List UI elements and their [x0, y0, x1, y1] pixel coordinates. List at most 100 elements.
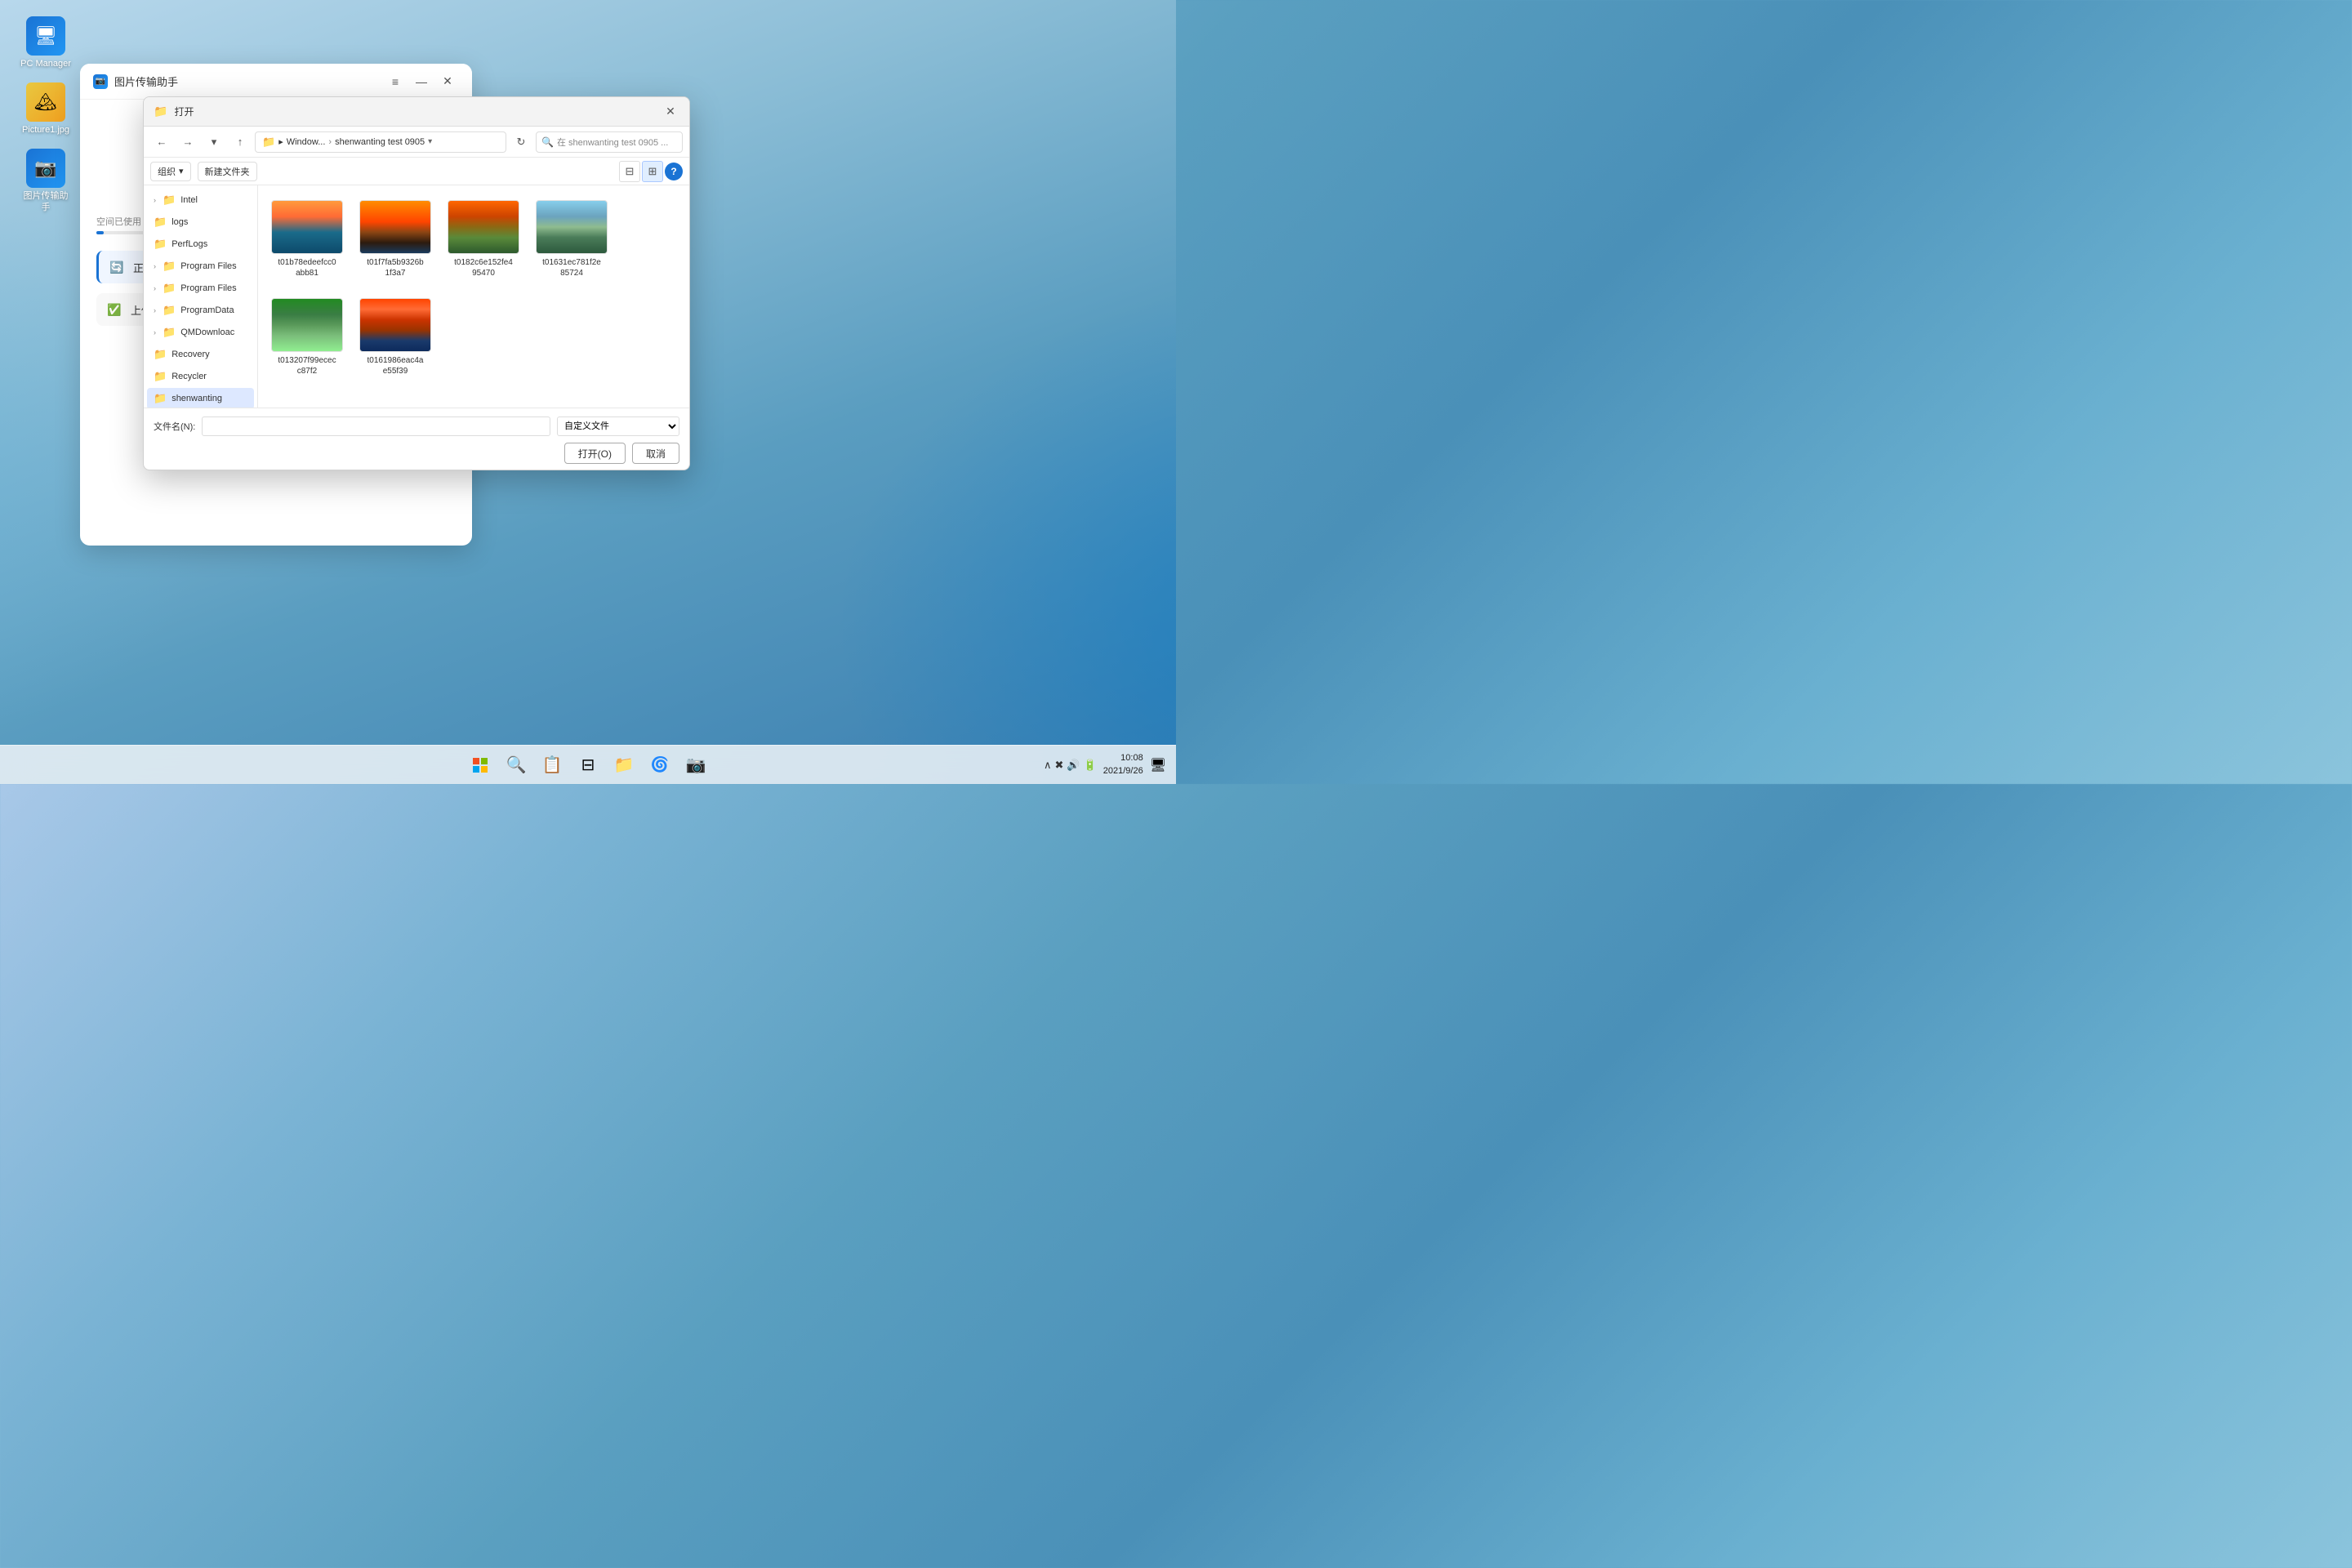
cancel-button[interactable]: 取消	[632, 443, 679, 464]
folder-icon: 📁	[163, 282, 176, 295]
photo-transfer-label: 图片传输助手	[24, 191, 69, 212]
refresh-button[interactable]: ↻	[510, 131, 532, 154]
new-folder-label: 新建文件夹	[205, 165, 250, 178]
breadcrumb-chevron: ›	[328, 137, 332, 147]
filename-input[interactable]	[202, 416, 550, 436]
taskbar-app-button[interactable]: 📷	[679, 749, 712, 782]
app-close-button[interactable]: ✕	[436, 70, 459, 93]
file-name-3: t0182c6e152fe495470	[454, 257, 513, 278]
photo-transfer-icon: 📷	[26, 149, 65, 188]
sidebar-item-program-files-2[interactable]: › 📁 Program Files	[147, 278, 254, 299]
app-menu-button[interactable]: ≡	[384, 70, 407, 93]
taskbar-explorer-button[interactable]: 📁	[608, 749, 640, 782]
folder-icon: 📁	[154, 238, 167, 251]
file-item-5[interactable]: t013207f99ececc87f2	[268, 293, 346, 381]
sidebar-label: PerfLogs	[172, 239, 247, 249]
file-thumbnail-3	[448, 200, 519, 254]
sidebar-label: QMDownloac	[180, 327, 247, 337]
organize-button[interactable]: 组织 ▾	[150, 162, 191, 181]
taskbar-edge-button[interactable]: 🌀	[644, 749, 676, 782]
up-button[interactable]: ↑	[229, 131, 252, 154]
breadcrumb-item-1: ▸	[278, 136, 283, 147]
dropdown-button[interactable]: ▾	[203, 131, 225, 154]
taskbar-clock[interactable]: 10:08 2021/9/26	[1103, 752, 1143, 777]
breadcrumb-folder-icon: 📁	[262, 136, 275, 149]
chevron-icon: ›	[154, 328, 156, 336]
file-item-4[interactable]: t01631ec781f2e85724	[532, 195, 611, 283]
dialog-title-left: 📁 打开	[154, 105, 194, 118]
sidebar-item-intel[interactable]: › 📁 Intel	[147, 189, 254, 211]
file-item-6[interactable]: t0161986eac4ae55f39	[356, 293, 434, 381]
file-thumbnail-5	[271, 298, 343, 352]
folder-icon: 📁	[154, 370, 167, 383]
chevron-icon: ›	[154, 306, 156, 314]
sidebar-item-shenwanting[interactable]: 📁 shenwanting	[147, 388, 254, 408]
sidebar-item-recycler[interactable]: 📁 Recycler	[147, 366, 254, 387]
dialog-title-text: 打开	[174, 105, 194, 118]
back-button[interactable]: ←	[150, 131, 173, 154]
sidebar-label: Recycler	[172, 372, 247, 381]
file-item-1[interactable]: t01b78edeefcc0abb81	[268, 195, 346, 283]
dialog-toolbar2: 组织 ▾ 新建文件夹 ⊟ ⊞ ?	[144, 158, 689, 185]
chevron-icon: ›	[154, 284, 156, 292]
file-item-2[interactable]: t01f7fa5b9326b1f3a7	[356, 195, 434, 283]
view-grid-button[interactable]: ⊞	[642, 161, 663, 182]
sidebar-item-logs[interactable]: 📁 logs	[147, 212, 254, 233]
organize-arrow: ▾	[179, 166, 184, 176]
folder-icon: 📁	[163, 260, 176, 273]
open-button[interactable]: 打开(O)	[564, 443, 626, 464]
desktop-icon-picture1[interactable]: 🏔 Picture1.jpg	[16, 82, 75, 136]
file-thumbnail-2	[359, 200, 431, 254]
dialog-toolbar: ← → ▾ ↑ 📁 ▸ Window... › shenwanting test…	[144, 127, 689, 158]
app-titlebar: 📷 图片传输助手 ≡ — ✕	[80, 64, 472, 100]
sidebar-item-programdata[interactable]: › 📁 ProgramData	[147, 300, 254, 321]
search-icon: 🔍	[541, 136, 554, 148]
dialog-close-button[interactable]: ✕	[662, 103, 679, 121]
file-name-5: t013207f99ececc87f2	[278, 355, 336, 376]
breadcrumb-dropdown-button[interactable]: ▾	[428, 136, 439, 148]
file-item-3[interactable]: t0182c6e152fe495470	[444, 195, 523, 283]
dialog-sidebar: › 📁 Intel 📁 logs 📁 PerfLogs › 📁 Program …	[144, 185, 258, 408]
done-icon: ✅	[106, 301, 122, 318]
taskbar-widgets-button[interactable]: ⊟	[572, 749, 604, 782]
forward-button[interactable]: →	[176, 131, 199, 154]
app-window-controls: ≡ — ✕	[384, 70, 459, 93]
sidebar-label: Recovery	[172, 350, 247, 359]
sidebar-label: Program Files	[180, 283, 247, 293]
chevron-icon: ›	[154, 262, 156, 270]
dialog-content: › 📁 Intel 📁 logs 📁 PerfLogs › 📁 Program …	[144, 185, 689, 408]
taskbar-search-button[interactable]: 🔍	[500, 749, 532, 782]
desktop-icon-photo-transfer[interactable]: 📷 图片传输助手	[16, 149, 75, 212]
desktop-icon-pc-manager[interactable]: 🖥 PC Manager	[16, 16, 75, 69]
sidebar-item-perflogs[interactable]: 📁 PerfLogs	[147, 234, 254, 255]
volume-icon[interactable]: 🔊	[1067, 759, 1080, 772]
taskbar-taskview-button[interactable]: 📋	[536, 749, 568, 782]
sidebar-label: ProgramData	[180, 305, 247, 315]
chevron-icon: ›	[154, 196, 156, 204]
chevron-up-icon[interactable]: ∧	[1044, 759, 1052, 772]
taskbar-center: 🔍 📋 ⊟ 📁 🌀 📷	[464, 749, 712, 782]
sidebar-item-recovery[interactable]: 📁 Recovery	[147, 344, 254, 365]
breadcrumb-folder[interactable]: shenwanting test 0905	[335, 137, 425, 147]
sidebar-item-program-files-1[interactable]: › 📁 Program Files	[147, 256, 254, 277]
filetype-select[interactable]: 自定义文件	[557, 416, 679, 436]
file-name-4: t01631ec781f2e85724	[542, 257, 601, 278]
sidebar-item-qmdownload[interactable]: › 📁 QMDownloac	[147, 322, 254, 343]
taskbar-right: ∧ ✖ 🔊 🔋 10:08 2021/9/26 🖥	[1044, 752, 1166, 777]
folder-icon: 📁	[163, 304, 176, 317]
view-list-button[interactable]: ⊟	[619, 161, 640, 182]
file-dialog: 📁 打开 ✕ ← → ▾ ↑ 📁 ▸ Window... › shenwanti…	[143, 96, 690, 470]
app-minimize-button[interactable]: —	[410, 70, 433, 93]
taskbar-start-button[interactable]	[464, 749, 497, 782]
sidebar-label: logs	[172, 217, 247, 227]
breadcrumb-windows[interactable]: Window...	[287, 137, 326, 147]
new-folder-button[interactable]: 新建文件夹	[198, 162, 257, 181]
notification-icon[interactable]: 🖥	[1150, 757, 1166, 773]
battery-icon: 🔋	[1084, 759, 1097, 772]
filename-row: 文件名(N): 自定义文件	[154, 416, 679, 436]
help-button[interactable]: ?	[665, 163, 683, 180]
clock-date: 2021/9/26	[1103, 765, 1143, 777]
file-name-1: t01b78edeefcc0abb81	[278, 257, 336, 278]
app-title-text: 图片传输助手	[114, 74, 178, 89]
filename-label: 文件名(N):	[154, 420, 195, 433]
